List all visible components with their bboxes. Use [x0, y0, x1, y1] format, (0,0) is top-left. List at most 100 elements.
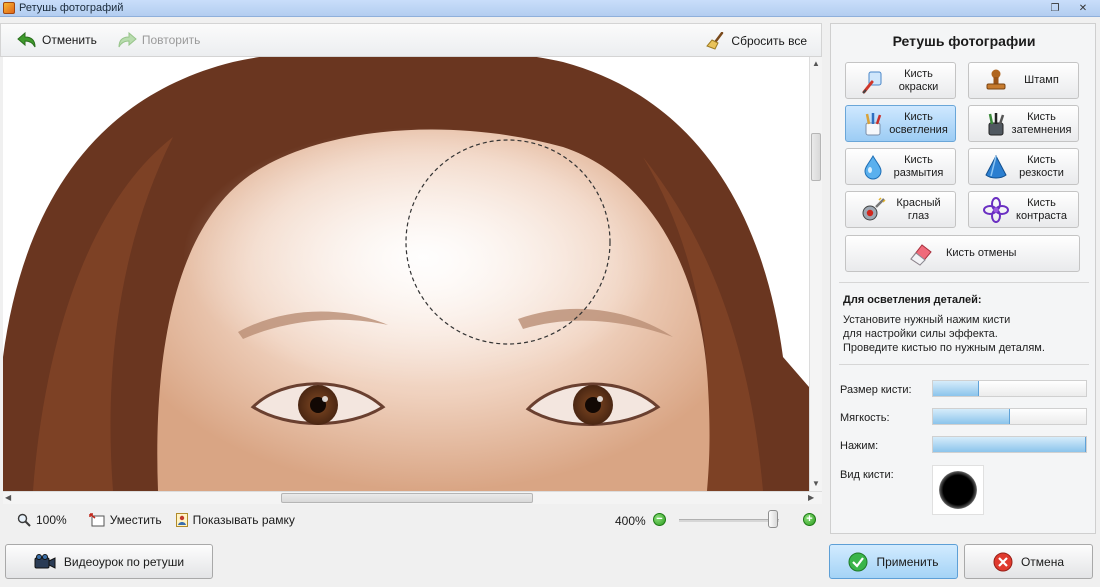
close-icon: ✕ [1078, 3, 1088, 14]
pressure-label: Нажим: [840, 440, 879, 452]
red-eye-icon [862, 196, 886, 220]
pressure-fill [933, 437, 1086, 452]
undo-arrow-icon [17, 31, 36, 48]
tool-label-line1: Кисть [1027, 110, 1056, 123]
portrait-photo [3, 57, 809, 491]
retouch-panel: Ретушь фотографии Кисть окраски Штамп Кис… [830, 23, 1096, 534]
brush-view-label: Вид кисти: [840, 469, 894, 481]
brush-preview [932, 465, 984, 515]
zoom-slider-thumb[interactable] [768, 510, 778, 528]
tool-label-line2: затемнения [1011, 123, 1072, 136]
zoom-slider-track[interactable] [679, 519, 779, 522]
fit-label: Уместить [109, 513, 162, 527]
cancel-label: Отмена [1020, 554, 1065, 569]
vertical-scrollbar[interactable]: ▲ ▼ [809, 57, 822, 491]
tool-label-line1: Штамп [1024, 74, 1059, 86]
photo-canvas[interactable] [3, 57, 809, 491]
tool-label-line2: резкости [1019, 166, 1064, 179]
restore-icon: ❐ [1050, 3, 1060, 14]
cancel-button[interactable]: Отмена [964, 544, 1093, 579]
softness-label: Мягкость: [840, 412, 890, 424]
help-line: для настройки силы эффекта. [843, 328, 998, 340]
tool-undo-brush[interactable]: Кисть отмены [845, 235, 1080, 272]
pressure-slider[interactable] [932, 436, 1087, 453]
scroll-left-icon[interactable]: ◀ [5, 493, 11, 502]
redo-arrow-icon [118, 31, 137, 48]
tool-label-line1: Кисть [904, 67, 933, 80]
tool-label-line1: Красный [896, 196, 941, 209]
vertical-scroll-thumb[interactable] [811, 133, 821, 181]
tool-red-eye[interactable]: Красный глаз [845, 191, 956, 228]
tool-label-line1: Кисть [1027, 153, 1056, 166]
zoom-percent: 400% [615, 514, 646, 528]
lighten-brush-icon [865, 112, 882, 135]
tool-label-line2: глаз [907, 209, 930, 222]
window-title: Ретушь фотографий [19, 2, 124, 14]
zoom-actual-button[interactable]: 100% [17, 513, 67, 527]
divider [839, 364, 1089, 365]
blur-drop-icon [864, 154, 882, 179]
scroll-right-icon[interactable]: ▶ [808, 493, 814, 502]
softness-slider[interactable] [932, 408, 1087, 425]
zoom-in-button[interactable]: + [803, 513, 816, 526]
zoom-out-button[interactable]: − [653, 513, 666, 526]
tool-label-line2: размытия [893, 166, 944, 179]
tool-label-line2: окраски [898, 80, 939, 93]
fit-button[interactable]: Уместить [88, 513, 162, 527]
tool-label-line2: осветления [889, 123, 948, 136]
scroll-up-icon[interactable]: ▲ [812, 59, 820, 68]
horizontal-scrollbar[interactable]: ◀ ▶ [3, 491, 822, 504]
undo-brush-label: Кисть отмены [946, 247, 1017, 259]
reset-all-button[interactable]: Сбросить все [702, 28, 811, 54]
apply-label: Применить [876, 554, 939, 569]
softness-fill [933, 409, 1010, 424]
sharpen-cone-icon [985, 154, 1007, 178]
undo-button[interactable]: Отменить [13, 27, 101, 53]
tool-lighten-brush[interactable]: Кисть осветления [845, 105, 956, 142]
redo-label: Повторить [141, 33, 201, 47]
brush-size-slider[interactable] [932, 380, 1087, 397]
tool-darken-brush[interactable]: Кисть затемнения [968, 105, 1079, 142]
tool-label-line1: Кисть [1027, 196, 1056, 209]
frame-person-icon [175, 513, 188, 527]
tool-paint-brush[interactable]: Кисть окраски [845, 62, 956, 99]
help-line: Проведите кистью по нужным деталям. [843, 342, 1045, 354]
broom-icon [706, 32, 724, 50]
tool-contrast-brush[interactable]: Кисть контраста [968, 191, 1079, 228]
show-frame-label: Показывать рамку [192, 513, 295, 527]
cancel-circle-icon [993, 552, 1013, 571]
reset-all-label: Сбросить все [731, 34, 807, 48]
tool-label-line2: контраста [1016, 209, 1067, 222]
close-window-button[interactable]: ✕ [1070, 0, 1096, 17]
redo-button[interactable]: Повторить [113, 27, 205, 53]
zoom-actual-label: 100% [36, 513, 67, 527]
fit-screen-icon [88, 513, 105, 527]
horizontal-scroll-thumb[interactable] [281, 493, 533, 503]
help-title: Для осветления деталей: [843, 294, 982, 306]
paint-brush-icon [862, 71, 882, 94]
brush-shape-preview [939, 471, 977, 509]
tool-stamp[interactable]: Штамп [968, 62, 1079, 99]
show-frame-toggle[interactable]: Показывать рамку [175, 513, 295, 527]
check-circle-icon [848, 552, 868, 571]
tool-blur-brush[interactable]: Кисть размытия [845, 148, 956, 185]
help-line: Установите нужный нажим кисти [843, 314, 1011, 326]
undo-label: Отменить [42, 33, 97, 47]
tool-label-line1: Кисть [904, 110, 933, 123]
apply-button[interactable]: Применить [829, 544, 958, 579]
scroll-down-icon[interactable]: ▼ [812, 479, 820, 488]
brush-size-fill [933, 381, 979, 396]
divider [839, 282, 1089, 283]
video-camera-icon [34, 553, 56, 569]
stamp-icon [986, 69, 1006, 89]
video-tutorial-label: Видеоурок по ретуши [63, 554, 185, 569]
minus-icon: − [656, 513, 663, 525]
tool-label-line1: Кисть [904, 153, 933, 166]
video-tutorial-button[interactable]: Видеоурок по ретуши [5, 544, 213, 579]
restore-window-button[interactable]: ❐ [1042, 0, 1068, 17]
app-icon [3, 2, 15, 14]
tool-sharpen-brush[interactable]: Кисть резкости [968, 148, 1079, 185]
brush-size-label: Размер кисти: [840, 384, 912, 396]
eraser-icon [910, 243, 932, 266]
panel-title: Ретушь фотографии [892, 33, 1036, 49]
